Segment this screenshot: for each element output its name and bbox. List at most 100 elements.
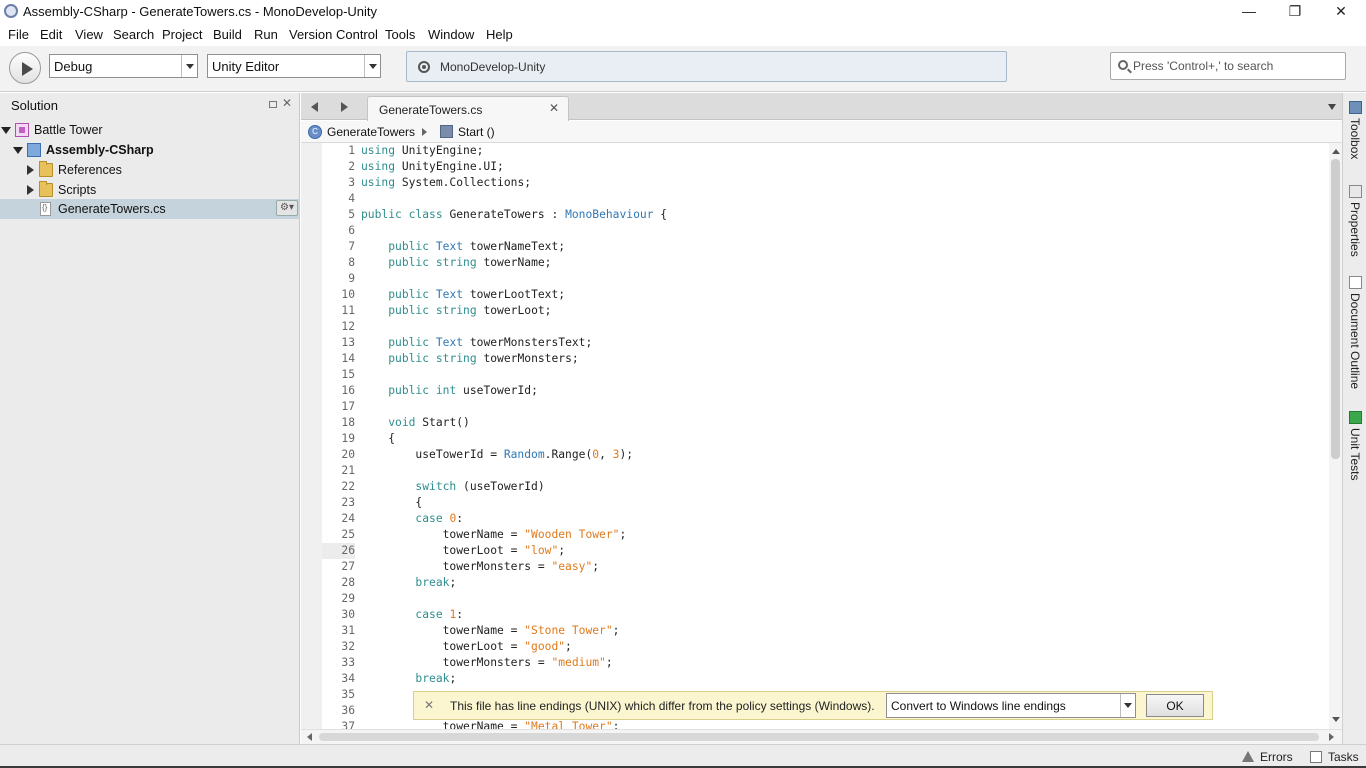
- code-text[interactable]: public string towerLoot;: [361, 303, 551, 319]
- search-input[interactable]: [1133, 58, 1339, 74]
- expanded-arrow-icon[interactable]: [1, 127, 11, 134]
- code-text[interactable]: public string towerName;: [361, 255, 551, 271]
- expanded-arrow-icon[interactable]: [13, 147, 23, 154]
- code-editor[interactable]: 1 using UnityEngine; 2 using UnityEngine.UI…: [301, 143, 1342, 729]
- close-pad-icon[interactable]: ✕: [282, 96, 292, 110]
- code-line[interactable]: 23 {: [301, 495, 1342, 511]
- tab-generatetowers-cs[interactable]: GenerateTowers.cs ✕: [367, 96, 569, 121]
- code-text[interactable]: public string towerMonsters;: [361, 351, 578, 367]
- dock-tab-properties[interactable]: Properties: [1345, 185, 1365, 265]
- target-select[interactable]: Unity Editor: [207, 54, 381, 78]
- menu-search[interactable]: Search: [113, 27, 154, 42]
- tree-item-assembly-csharp[interactable]: Assembly-CSharp: [0, 140, 300, 160]
- code-line[interactable]: 14 public string towerMonsters;: [301, 351, 1342, 367]
- code-text[interactable]: towerLoot = "low";: [361, 543, 565, 559]
- code-text[interactable]: public Text towerLootText;: [361, 287, 565, 303]
- menu-version-control[interactable]: Version Control: [289, 27, 378, 42]
- code-line[interactable]: 12: [301, 319, 1342, 335]
- code-text[interactable]: towerMonsters = "medium";: [361, 655, 613, 671]
- run-button[interactable]: [9, 52, 41, 84]
- code-line[interactable]: 24 case 0:: [301, 511, 1342, 527]
- menu-build[interactable]: Build: [213, 27, 242, 42]
- code-text[interactable]: break;: [361, 671, 456, 687]
- code-line[interactable]: 2 using UnityEngine.UI;: [301, 159, 1342, 175]
- close-window-button[interactable]: ✕: [1318, 0, 1364, 24]
- restore-button[interactable]: ❐: [1272, 0, 1318, 24]
- code-line[interactable]: 1 using UnityEngine;: [301, 143, 1342, 159]
- code-text[interactable]: switch (useTowerId): [361, 479, 544, 495]
- horizontal-scrollbar[interactable]: [301, 729, 1342, 744]
- menu-window[interactable]: Window: [428, 27, 474, 42]
- scroll-up-icon[interactable]: [1332, 149, 1340, 154]
- code-text[interactable]: using UnityEngine;: [361, 143, 483, 159]
- code-line[interactable]: 27 towerMonsters = "easy";: [301, 559, 1342, 575]
- scroll-down-icon[interactable]: [1332, 717, 1340, 722]
- code-line[interactable]: 3 using System.Collections;: [301, 175, 1342, 191]
- code-text[interactable]: case 0:: [361, 511, 463, 527]
- menu-run[interactable]: Run: [254, 27, 278, 42]
- global-search-box[interactable]: [1110, 52, 1346, 80]
- tree-item-references[interactable]: References: [0, 160, 300, 180]
- minimize-button[interactable]: —: [1226, 0, 1272, 24]
- code-text[interactable]: using System.Collections;: [361, 175, 531, 191]
- code-line[interactable]: 5 public class GenerateTowers : MonoBehav…: [301, 207, 1342, 223]
- code-text[interactable]: public Text towerMonstersText;: [361, 335, 592, 351]
- code-text[interactable]: {: [361, 431, 395, 447]
- code-line[interactable]: 33 towerMonsters = "medium";: [301, 655, 1342, 671]
- code-line[interactable]: 28 break;: [301, 575, 1342, 591]
- collapsed-arrow-icon[interactable]: [27, 165, 34, 175]
- close-tab-icon[interactable]: ✕: [549, 101, 559, 115]
- menu-project[interactable]: Project: [162, 27, 202, 42]
- scrollbar-thumb[interactable]: [1331, 159, 1340, 459]
- menu-view[interactable]: View: [75, 27, 103, 42]
- code-line[interactable]: 8 public string towerName;: [301, 255, 1342, 271]
- code-line[interactable]: 31 towerName = "Stone Tower";: [301, 623, 1342, 639]
- dock-tab-unit-tests[interactable]: Unit Tests: [1345, 411, 1365, 486]
- code-text[interactable]: public Text towerNameText;: [361, 239, 565, 255]
- code-line[interactable]: 34 break;: [301, 671, 1342, 687]
- code-line[interactable]: 11 public string towerLoot;: [301, 303, 1342, 319]
- code-text[interactable]: case 1:: [361, 607, 463, 623]
- code-text[interactable]: towerName = "Wooden Tower";: [361, 527, 627, 543]
- breadcrumb-method[interactable]: Start (): [458, 125, 495, 139]
- code-line[interactable]: 21: [301, 463, 1342, 479]
- tree-item-battle-tower[interactable]: Battle Tower: [0, 120, 300, 140]
- code-text[interactable]: public int useTowerId;: [361, 383, 538, 399]
- code-line[interactable]: 20 useTowerId = Random.Range(0, 3);: [301, 447, 1342, 463]
- menu-edit[interactable]: Edit: [40, 27, 62, 42]
- code-text[interactable]: towerMonsters = "easy";: [361, 559, 599, 575]
- tab-list-dropdown-icon[interactable]: [1328, 104, 1336, 110]
- breadcrumb-class[interactable]: GenerateTowers: [327, 125, 415, 139]
- scrollbar-thumb[interactable]: [319, 733, 1319, 741]
- code-line[interactable]: 17: [301, 399, 1342, 415]
- code-line[interactable]: 9: [301, 271, 1342, 287]
- tree-item-scripts[interactable]: Scripts: [0, 180, 300, 200]
- code-line[interactable]: 18 void Start(): [301, 415, 1342, 431]
- code-line[interactable]: 22 switch (useTowerId): [301, 479, 1342, 495]
- code-line[interactable]: 6: [301, 223, 1342, 239]
- code-text[interactable]: useTowerId = Random.Range(0, 3);: [361, 447, 633, 463]
- tree-item-generatetowers-cs[interactable]: GenerateTowers.cs ⚙▾: [0, 199, 300, 219]
- code-text[interactable]: using UnityEngine.UI;: [361, 159, 504, 175]
- vertical-scrollbar[interactable]: [1329, 143, 1342, 729]
- code-line[interactable]: 15: [301, 367, 1342, 383]
- scroll-right-icon[interactable]: [1329, 733, 1334, 741]
- code-line[interactable]: 25 towerName = "Wooden Tower";: [301, 527, 1342, 543]
- ok-button[interactable]: OK: [1146, 694, 1204, 717]
- code-text[interactable]: towerLoot = "good";: [361, 639, 572, 655]
- code-line[interactable]: 32 towerLoot = "good";: [301, 639, 1342, 655]
- code-line[interactable]: 29: [301, 591, 1342, 607]
- code-text[interactable]: towerName = "Metal Tower";: [361, 719, 620, 729]
- code-line[interactable]: 4: [301, 191, 1342, 207]
- minimize-pad-icon[interactable]: [269, 101, 277, 108]
- gear-icon[interactable]: ⚙▾: [276, 200, 298, 216]
- code-line[interactable]: 10 public Text towerLootText;: [301, 287, 1342, 303]
- dock-tab-toolbox[interactable]: Toolbox: [1345, 101, 1365, 171]
- code-line[interactable]: 37 towerName = "Metal Tower";: [301, 719, 1342, 729]
- code-text[interactable]: {: [361, 495, 422, 511]
- collapsed-arrow-icon[interactable]: [27, 185, 34, 195]
- code-text[interactable]: void Start(): [361, 415, 470, 431]
- menu-help[interactable]: Help: [486, 27, 513, 42]
- menu-tools[interactable]: Tools: [385, 27, 415, 42]
- code-text[interactable]: towerName = "Stone Tower";: [361, 623, 620, 639]
